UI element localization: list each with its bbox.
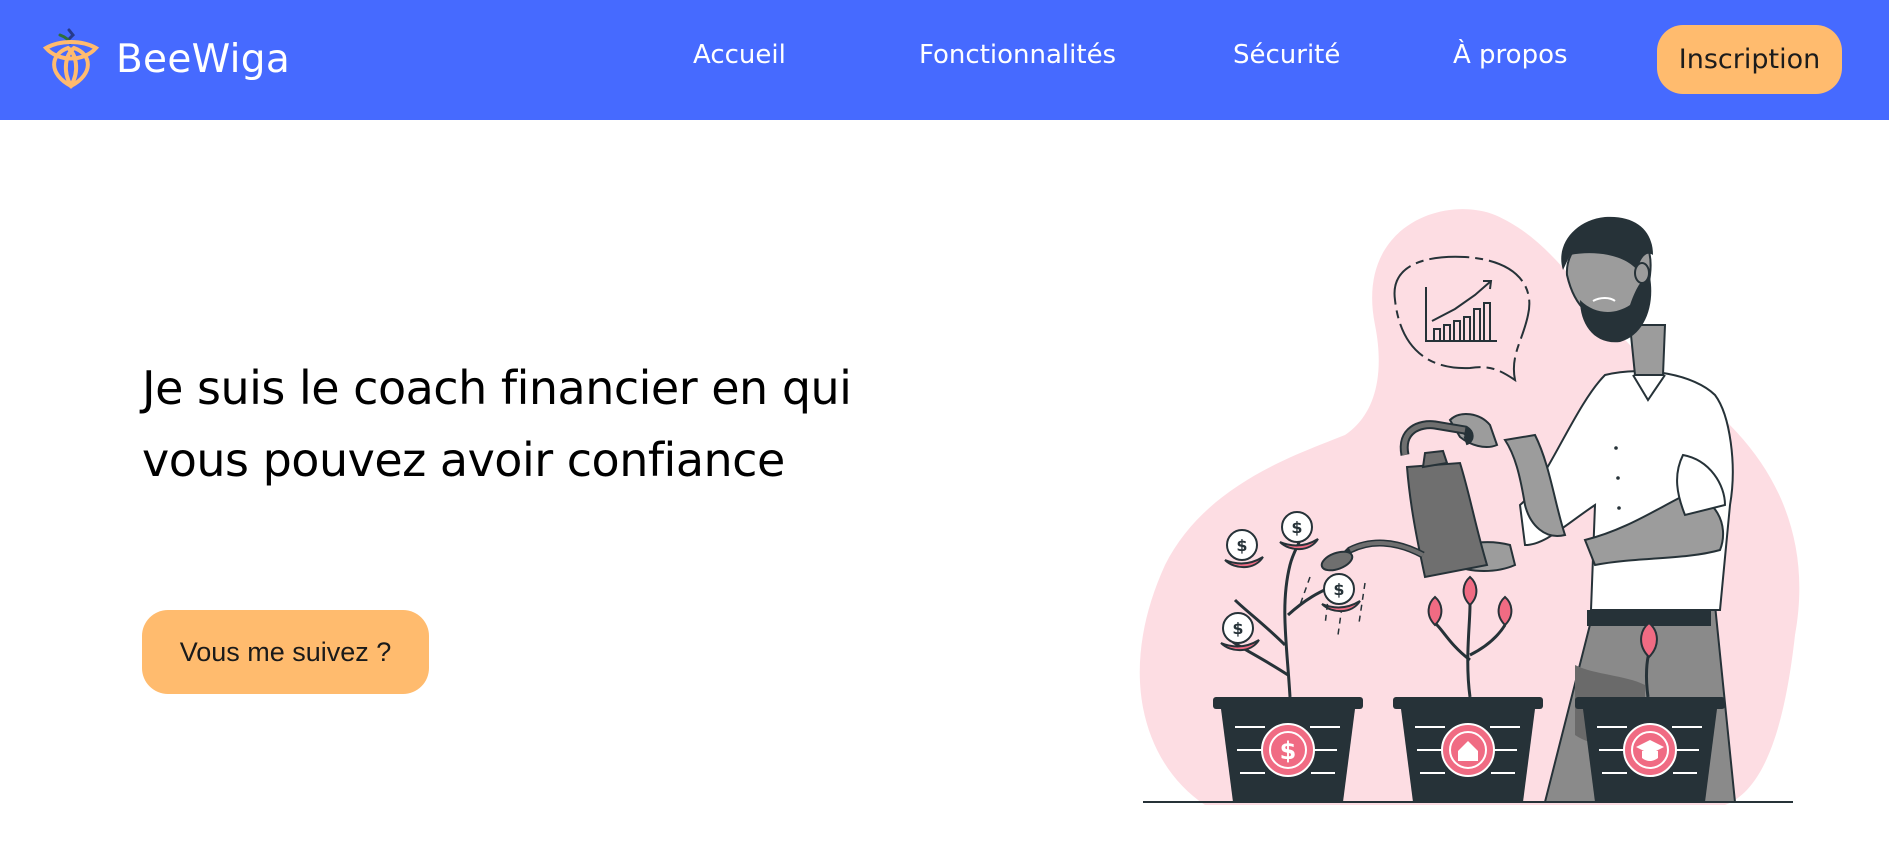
nav-link-a-propos[interactable]: À propos [1453, 40, 1568, 70]
svg-text:$: $ [1236, 536, 1247, 555]
bee-logo-icon [42, 28, 100, 89]
svg-text:$: $ [1291, 518, 1302, 537]
top-navbar: BeeWiga Accueil Fonctionnalités Sécurité… [0, 0, 1889, 120]
nav-link-fonctionnalites[interactable]: Fonctionnalités [919, 40, 1116, 70]
pot-house [1393, 697, 1543, 802]
inscription-button[interactable]: Inscription [1657, 25, 1842, 94]
nav-link-accueil[interactable]: Accueil [693, 40, 786, 70]
financial-growth-illustration: $ $ $ $ $ [1139, 209, 1800, 805]
svg-text:$: $ [1280, 737, 1297, 765]
svg-text:$: $ [1333, 580, 1344, 599]
svg-text:$: $ [1232, 619, 1243, 638]
follow-me-button[interactable]: Vous me suivez ? [142, 610, 429, 694]
pot-graduation [1575, 697, 1725, 802]
nav-link-securite[interactable]: Sécurité [1233, 40, 1340, 70]
brand-name: BeeWiga [116, 36, 291, 82]
brand-logo-link[interactable]: BeeWiga [40, 26, 290, 92]
hero-title: Je suis le coach financier en qui vous p… [142, 361, 852, 487]
pot-dollar: $ [1213, 697, 1363, 802]
